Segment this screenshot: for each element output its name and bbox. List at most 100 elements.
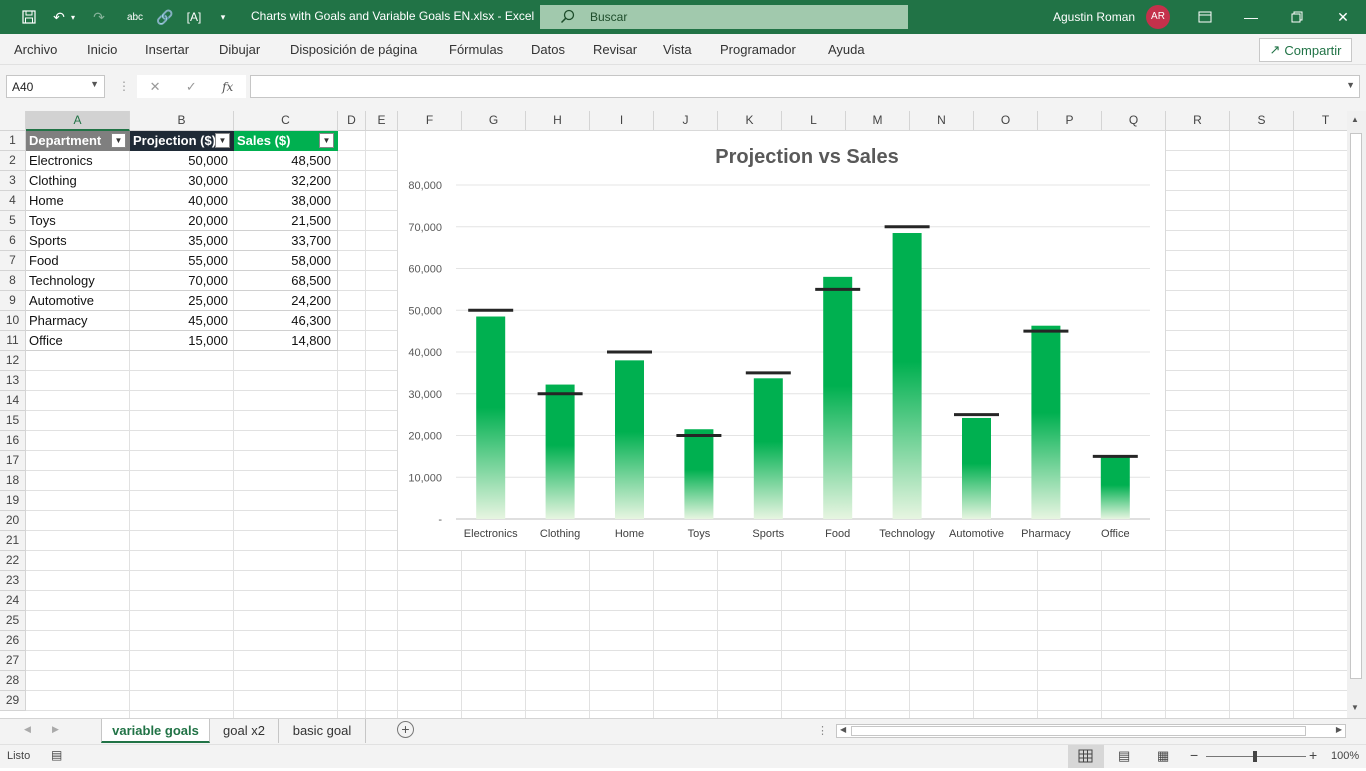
row-header-12[interactable]: 12 <box>0 351 26 371</box>
row-header-10[interactable]: 10 <box>0 311 26 331</box>
menu-insertar[interactable]: Insertar <box>145 42 189 57</box>
row-header-17[interactable]: 17 <box>0 451 26 471</box>
row-header-7[interactable]: 7 <box>0 251 26 271</box>
row-header-19[interactable]: 19 <box>0 491 26 511</box>
scroll-down-icon[interactable]: ▼ <box>1351 703 1359 712</box>
prev-sheet-icon[interactable]: ◀ <box>24 724 31 735</box>
column-header-q[interactable]: Q <box>1102 111 1166 131</box>
table-cell[interactable]: 38,000 <box>234 191 338 211</box>
table-cell[interactable]: 48,500 <box>234 151 338 171</box>
name-box[interactable]: A40 ▼ <box>6 75 105 98</box>
menu-ayuda[interactable]: Ayuda <box>828 42 865 57</box>
zoom-slider-thumb[interactable] <box>1253 751 1257 762</box>
row-header-20[interactable]: 20 <box>0 511 26 531</box>
column-header-p[interactable]: P <box>1038 111 1102 131</box>
column-header-k[interactable]: K <box>718 111 782 131</box>
table-cell[interactable]: 35,000 <box>130 231 234 251</box>
page-layout-view-icon[interactable]: ▤ <box>1118 748 1130 764</box>
share-button[interactable]: ↗ Compartir <box>1259 38 1352 62</box>
table-cell[interactable]: 25,000 <box>130 291 234 311</box>
column-header-g[interactable]: G <box>462 111 526 131</box>
scroll-up-icon[interactable]: ▲ <box>1351 115 1359 124</box>
tab-variable-goals[interactable]: variable goals <box>101 719 210 743</box>
menu-archivo[interactable]: Archivo <box>14 42 57 57</box>
table-cell[interactable]: Home <box>26 191 130 211</box>
table-cell[interactable]: Clothing <box>26 171 130 191</box>
user-name[interactable]: Agustin Roman <box>1053 10 1135 24</box>
row-header-22[interactable]: 22 <box>0 551 26 571</box>
chart-bar-sales[interactable] <box>1100 457 1130 519</box>
table-cell[interactable]: Automotive <box>26 291 130 311</box>
column-header-m[interactable]: M <box>846 111 910 131</box>
tab-basic-goal[interactable]: basic goal <box>279 719 366 743</box>
chart-bar-sales[interactable] <box>753 378 783 519</box>
row-header-5[interactable]: 5 <box>0 211 26 231</box>
table-cell[interactable]: 68,500 <box>234 271 338 291</box>
chart-bar-sales[interactable] <box>615 360 644 519</box>
chart-title[interactable]: Projection vs Sales <box>715 146 898 168</box>
row-header-4[interactable]: 4 <box>0 191 26 211</box>
add-sheet-icon[interactable]: + <box>397 721 414 738</box>
table-cell[interactable]: 15,000 <box>130 331 234 351</box>
table-cell[interactable]: 45,000 <box>130 311 234 331</box>
chart-bar-sales[interactable] <box>823 276 853 519</box>
restore-icon[interactable] <box>1274 0 1320 34</box>
redo-icon[interactable]: ↷ <box>85 0 113 34</box>
menu-dibujar[interactable]: Dibujar <box>219 42 260 57</box>
page-break-view-icon[interactable]: ▦ <box>1157 748 1169 764</box>
chart[interactable]: Projection vs Sales - 10,000 20,000 30,000 40… <box>397 130 1166 551</box>
row-header-16[interactable]: 16 <box>0 431 26 451</box>
column-header-n[interactable]: N <box>910 111 974 131</box>
chart-bar-sales[interactable] <box>892 233 922 519</box>
column-header-b[interactable]: B <box>130 111 234 131</box>
select-all-corner[interactable] <box>0 111 26 131</box>
table-cell[interactable]: 40,000 <box>130 191 234 211</box>
menu-datos[interactable]: Datos <box>531 42 565 57</box>
normal-view-icon[interactable] <box>1068 745 1104 768</box>
table-cell[interactable]: 30,000 <box>130 171 234 191</box>
table-cell[interactable]: Office <box>26 331 130 351</box>
row-header-14[interactable]: 14 <box>0 391 26 411</box>
column-header-f[interactable]: F <box>398 111 462 131</box>
column-header-a[interactable]: A <box>26 111 130 131</box>
menu-formulas[interactable]: Fórmulas <box>449 42 503 57</box>
table-cell[interactable]: Pharmacy <box>26 311 130 331</box>
menu-programador[interactable]: Programador <box>720 42 796 57</box>
scroll-thumb[interactable] <box>1350 133 1362 679</box>
menu-disposicion[interactable]: Disposición de página <box>290 42 417 57</box>
row-header-26[interactable]: 26 <box>0 631 26 651</box>
table-cell[interactable]: 33,700 <box>234 231 338 251</box>
table-cell[interactable]: 21,500 <box>234 211 338 231</box>
row-header-3[interactable]: 3 <box>0 171 26 191</box>
ribbon-display-icon[interactable] <box>1182 0 1228 34</box>
chart-bar-sales[interactable] <box>962 417 991 519</box>
table-cell[interactable]: Food <box>26 251 130 271</box>
table-cell[interactable]: 24,200 <box>234 291 338 311</box>
close-icon[interactable]: ✕ <box>1320 0 1366 34</box>
link-icon[interactable]: 🔗 <box>151 0 179 34</box>
row-header-28[interactable]: 28 <box>0 671 26 691</box>
zoom-level[interactable]: 100% <box>1331 750 1359 762</box>
menu-revisar[interactable]: Revisar <box>593 42 637 57</box>
table-cell[interactable]: 32,200 <box>234 171 338 191</box>
row-header-25[interactable]: 25 <box>0 611 26 631</box>
undo-dropdown-icon[interactable]: ▾ <box>65 0 81 34</box>
formula-input[interactable]: ▼ <box>250 75 1360 98</box>
table-cell[interactable]: 70,000 <box>130 271 234 291</box>
row-header-23[interactable]: 23 <box>0 571 26 591</box>
table-cell[interactable]: Electronics <box>26 151 130 171</box>
row-header-21[interactable]: 21 <box>0 531 26 551</box>
table-cell[interactable]: Technology <box>26 271 130 291</box>
column-header-j[interactable]: J <box>654 111 718 131</box>
row-header-8[interactable]: 8 <box>0 271 26 291</box>
menu-vista[interactable]: Vista <box>663 42 692 57</box>
enter-icon[interactable]: ✓ <box>186 79 197 95</box>
customize-toolbar-icon[interactable]: ▾ <box>209 0 237 34</box>
row-header-27[interactable]: 27 <box>0 651 26 671</box>
zoom-out-icon[interactable]: − <box>1190 747 1198 763</box>
column-header-i[interactable]: I <box>590 111 654 131</box>
column-header-h[interactable]: H <box>526 111 590 131</box>
row-header-6[interactable]: 6 <box>0 231 26 251</box>
chart-bar-sales[interactable] <box>684 429 714 519</box>
expand-formula-icon[interactable]: ▼ <box>1346 80 1355 90</box>
